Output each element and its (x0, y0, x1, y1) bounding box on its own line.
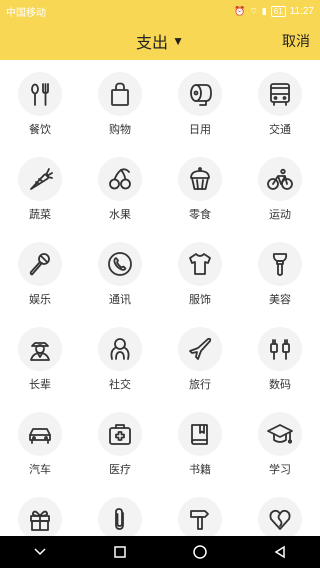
system-nav-bar (0, 536, 320, 568)
medical-kit-icon (98, 412, 142, 456)
bus-icon (258, 72, 302, 116)
category-item[interactable]: 数码 (240, 315, 320, 400)
category-label: 汽车 (29, 464, 51, 476)
category-item[interactable] (80, 485, 160, 536)
category-label: 零食 (189, 209, 211, 221)
cancel-button[interactable]: 取消 (282, 22, 310, 60)
carrier-name: 中国移动 (6, 7, 46, 19)
plug-icon (258, 327, 302, 371)
category-item[interactable]: 社交 (80, 315, 160, 400)
alarm-icon: ⏰ (234, 5, 246, 16)
category-label: 餐饮 (29, 124, 51, 136)
category-item[interactable]: 餐饮 (0, 60, 80, 145)
category-label: 美容 (269, 294, 291, 306)
signal-icon: ▮ (261, 5, 267, 16)
category-item[interactable]: 日用 (160, 60, 240, 145)
back-triangle-icon[interactable] (268, 540, 292, 564)
category-grid: 餐饮 购物 日用 交通蔬菜 水果 零食 运动娱乐 通讯 服饰 美容长辈 社交 旅行 数码汽车 医疗 书籍 学习 (0, 60, 320, 536)
bicycle-icon (258, 157, 302, 201)
category-label: 医疗 (109, 464, 131, 476)
makeup-brush-icon (258, 242, 302, 286)
category-item[interactable]: 通讯 (80, 230, 160, 315)
airplane-icon (178, 327, 222, 371)
category-item[interactable]: 旅行 (160, 315, 240, 400)
fork-spoon-icon (18, 72, 62, 116)
category-item[interactable]: 汽车 (0, 400, 80, 485)
category-item[interactable]: 水果 (80, 145, 160, 230)
page-title: 支出 (136, 35, 169, 52)
category-item[interactable]: 长辈 (0, 315, 80, 400)
back-icon[interactable] (28, 540, 52, 564)
category-item[interactable]: 服饰 (160, 230, 240, 315)
paperclip-icon (98, 497, 142, 536)
category-item[interactable]: 医疗 (80, 400, 160, 485)
category-label: 社交 (109, 379, 131, 391)
category-item[interactable] (0, 485, 80, 536)
category-label: 娱乐 (29, 294, 51, 306)
category-item[interactable]: 学习 (240, 400, 320, 485)
graduation-cap-icon (258, 412, 302, 456)
category-item[interactable]: 运动 (240, 145, 320, 230)
microphone-icon (18, 242, 62, 286)
category-label: 数码 (269, 379, 291, 391)
cupcake-icon (178, 157, 222, 201)
home-icon[interactable] (188, 540, 212, 564)
status-bar: 中国移动 ⏰ ⌔ ▮ 61 11:27 (0, 0, 320, 22)
category-label: 交通 (269, 124, 291, 136)
heart-icon (258, 497, 302, 536)
category-label: 日用 (189, 124, 211, 136)
category-item[interactable] (160, 485, 240, 536)
tshirt-icon (178, 242, 222, 286)
category-item[interactable]: 蔬菜 (0, 145, 80, 230)
category-item[interactable] (240, 485, 320, 536)
category-item[interactable]: 零食 (160, 145, 240, 230)
category-item[interactable]: 交通 (240, 60, 320, 145)
category-item[interactable]: 美容 (240, 230, 320, 315)
header: 支出 ▼ 取消 (0, 22, 320, 60)
social-icon (98, 327, 142, 371)
battery-icon: 61 (270, 5, 286, 17)
type-selector[interactable]: 支出 ▼ (0, 22, 320, 60)
category-label: 旅行 (189, 379, 211, 391)
category-label: 通讯 (109, 294, 131, 306)
category-item[interactable]: 娱乐 (0, 230, 80, 315)
hammer-icon (178, 497, 222, 536)
carrot-icon (18, 157, 62, 201)
category-item[interactable]: 书籍 (160, 400, 240, 485)
recent-apps-icon[interactable] (108, 540, 132, 564)
category-label: 服饰 (189, 294, 211, 306)
clock: 11:27 (289, 5, 314, 17)
book-icon (178, 412, 222, 456)
caret-down-icon: ▼ (172, 34, 184, 48)
phone-icon (98, 242, 142, 286)
category-item[interactable]: 购物 (80, 60, 160, 145)
elder-icon (18, 327, 62, 371)
category-label: 长辈 (29, 379, 51, 391)
category-label: 学习 (269, 464, 291, 476)
car-icon (18, 412, 62, 456)
category-label: 购物 (109, 124, 131, 136)
tissue-roll-icon (178, 72, 222, 116)
cherry-icon (98, 157, 142, 201)
category-label: 蔬菜 (29, 209, 51, 221)
category-label: 书籍 (189, 464, 211, 476)
shopping-bag-icon (98, 72, 142, 116)
status-icons: ⏰ ⌔ ▮ 61 11:27 (234, 5, 314, 17)
wifi-icon: ⌔ (249, 5, 258, 16)
gift-icon (18, 497, 62, 536)
category-label: 水果 (109, 209, 131, 221)
category-label: 运动 (269, 209, 291, 221)
